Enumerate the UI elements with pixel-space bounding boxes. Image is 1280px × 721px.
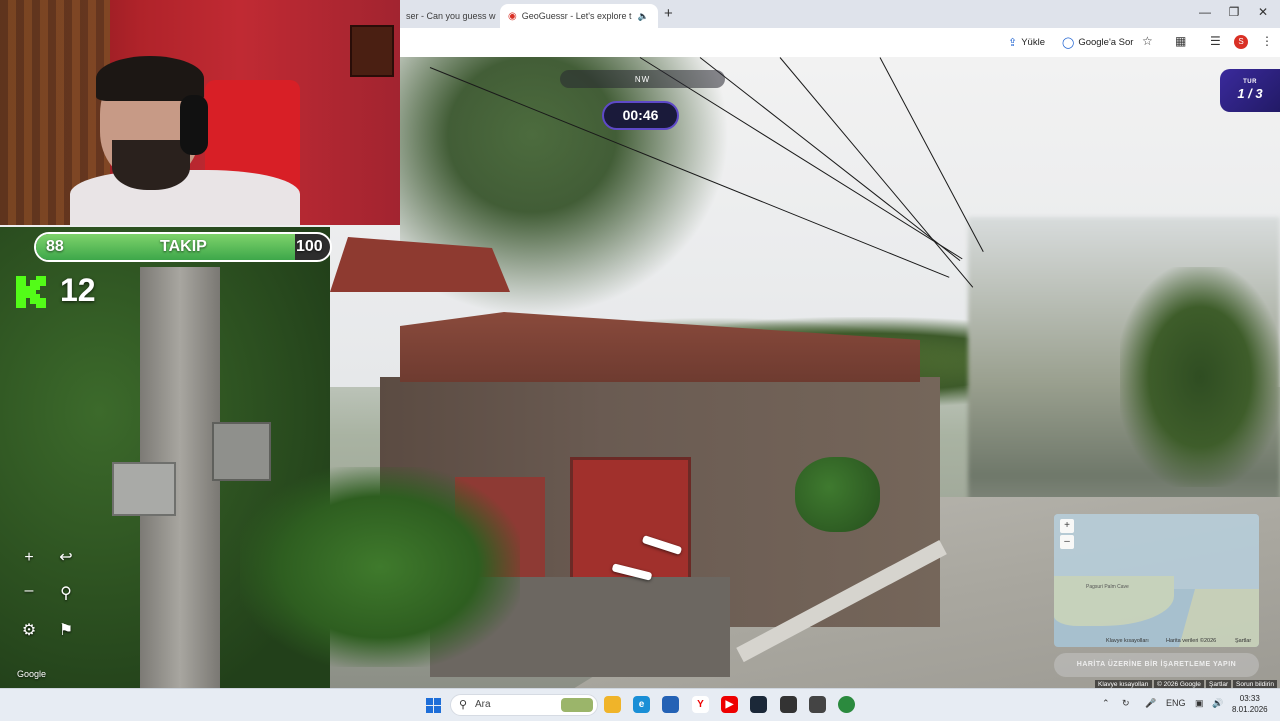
language-indicator[interactable]: ENG — [1166, 698, 1186, 708]
steam-icon[interactable] — [750, 696, 767, 713]
extensions-icon[interactable]: ▦ — [1175, 34, 1186, 48]
follow-label: TAKIP — [160, 238, 207, 255]
windows-start-icon[interactable] — [426, 698, 441, 713]
streamer-beard — [112, 140, 190, 190]
speaker-icon[interactable]: 🔈 — [638, 11, 649, 22]
round-indicator: TUR 1 / 3 — [1220, 69, 1280, 112]
menu-dots-icon[interactable]: ⋮ — [1261, 34, 1273, 48]
chevron-up-icon[interactable]: ⌃ — [1102, 698, 1110, 709]
clock-time: 03:33 — [1239, 694, 1260, 703]
bush — [795, 457, 880, 532]
sync-icon[interactable]: ↻ — [1122, 698, 1130, 709]
profile-avatar[interactable]: S — [1234, 35, 1248, 49]
close-icon[interactable]: ✕ — [657, 10, 658, 23]
kick-logo-icon — [16, 276, 46, 308]
upload-icon: ⇪ — [1008, 37, 1018, 49]
yandex-icon[interactable]: Y — [692, 696, 709, 713]
streamer-hair — [96, 56, 204, 101]
return-to-start-icon[interactable]: ⚲ — [55, 583, 77, 605]
follow-goal-bar: 88 TAKIP 100 — [34, 232, 332, 262]
zoom-out-button[interactable]: – — [18, 580, 40, 602]
chrome-icon[interactable] — [838, 696, 855, 713]
webcam-overlay — [0, 0, 400, 225]
follow-goal: 100 — [296, 238, 323, 255]
map-place-label: Pagsuri Palm Cave — [1086, 584, 1129, 590]
file-explorer-icon[interactable] — [604, 696, 621, 713]
electric-meter — [112, 462, 176, 516]
map-zoom-out-button[interactable]: – — [1060, 535, 1074, 549]
undo-move-icon[interactable]: ↩ — [55, 547, 77, 569]
new-tab-button[interactable]: + — [664, 5, 673, 22]
media-controls-icon[interactable]: ☰ — [1210, 34, 1221, 48]
google-lens-icon: ◯ — [1062, 37, 1075, 49]
follow-current: 88 — [46, 238, 64, 255]
tab-label: GeoGuessr - Let's explore t — [521, 11, 632, 21]
taskbar-search[interactable]: ⚲ Ara — [450, 694, 598, 716]
window-close-button[interactable]: ✕ — [1253, 5, 1273, 19]
youtube-icon[interactable]: ▶ — [721, 696, 738, 713]
minimize-button[interactable]: — — [1195, 5, 1215, 19]
volume-icon[interactable]: 🔊 — [1212, 698, 1223, 709]
map-keyboard-shortcuts[interactable]: Klavye kısayolları — [1106, 638, 1149, 644]
tab-geoguessr-video[interactable]: ser - Can you guess w — [398, 4, 498, 28]
map-zoom-in-button[interactable]: + — [1060, 519, 1074, 533]
bookmark-star-icon[interactable]: ☆ — [1142, 34, 1153, 48]
game-icon[interactable] — [780, 696, 797, 713]
round-label: TUR — [1243, 79, 1257, 85]
store-icon[interactable] — [662, 696, 679, 713]
system-clock[interactable]: 03:33 8.01.2026 — [1232, 693, 1268, 715]
settings-gear-icon[interactable]: ⚙ — [18, 620, 40, 642]
round-timer: 00:46 — [602, 101, 679, 130]
tab-geoguessr[interactable]: ◉ GeoGuessr - Let's explore t 🔈 ✕ — [500, 4, 658, 28]
banana-plant — [240, 467, 520, 667]
edge-icon[interactable]: e — [633, 696, 650, 713]
guess-minimap[interactable]: + – — [1054, 514, 1259, 647]
headset — [180, 95, 208, 155]
clock-date: 8.01.2026 — [1232, 705, 1268, 714]
upload-button[interactable]: ⇪ Yükle — [1008, 34, 1045, 51]
mic-icon[interactable]: 🎤 — [1145, 698, 1156, 709]
search-icon: ⚲ — [459, 699, 468, 711]
zoom-in-button[interactable]: + — [18, 547, 40, 569]
google-ask-button[interactable]: ◯ Google'a Sor — [1062, 34, 1133, 51]
wall-frame — [350, 25, 394, 77]
blurred-trees — [1120, 267, 1280, 487]
guess-button[interactable]: HARİTA ÜZERİNE BİR İŞARETLEME YAPIN — [1054, 653, 1259, 677]
location-pin-icon: ◉ — [508, 10, 517, 22]
display-icon[interactable]: ▣ — [1195, 698, 1204, 709]
round-value: 1 / 3 — [1237, 86, 1263, 101]
google-logo: Google — [17, 669, 47, 679]
restore-button[interactable]: ❐ — [1224, 5, 1244, 19]
map-data-label: Harita verileri ©2026 — [1166, 638, 1217, 644]
flag-icon[interactable]: ⚑ — [55, 620, 77, 642]
compass[interactable]: NW — [560, 70, 725, 88]
kick-counter: 12 — [60, 272, 96, 308]
obs-icon[interactable] — [809, 696, 826, 713]
tab-label: ser - Can you guess w — [406, 11, 496, 21]
map-terms[interactable]: Şartlar — [1235, 638, 1251, 644]
windows-taskbar: ⚲ Ara e Y ▶ ⌃ ↻ 🎤 ENG ▣ 🔊 03:33 8.01.202… — [0, 688, 1280, 721]
electric-meter — [212, 422, 271, 481]
search-highlight-icon — [561, 698, 593, 712]
